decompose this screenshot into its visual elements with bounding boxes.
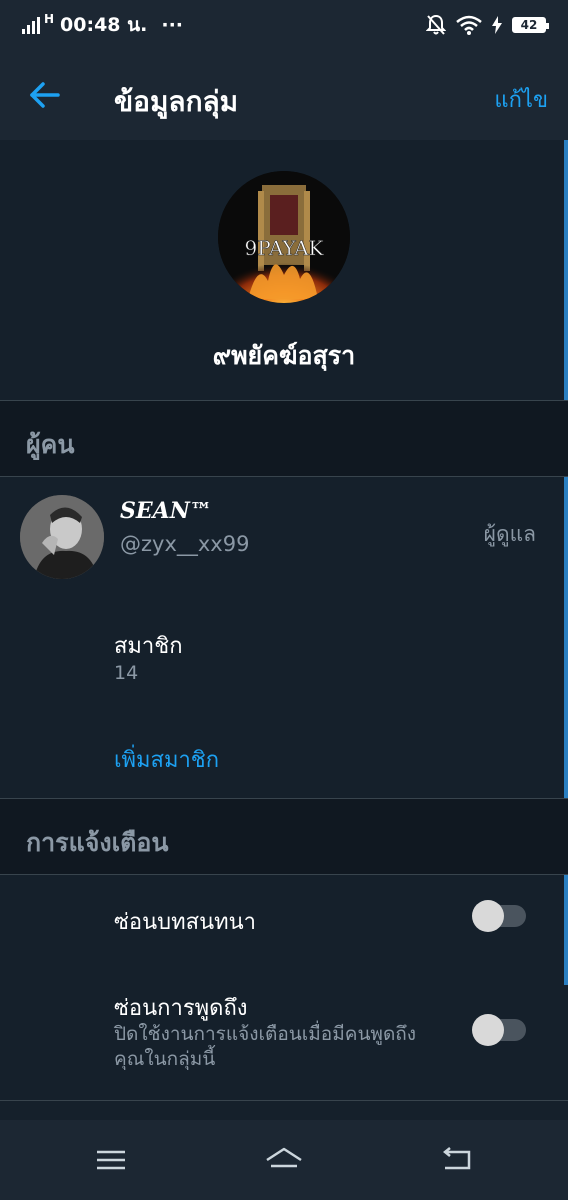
divider — [0, 476, 568, 477]
member-avatar[interactable] — [20, 495, 104, 579]
bell-muted-icon — [426, 14, 446, 35]
wifi-icon — [456, 15, 482, 35]
edit-button[interactable]: แก้ไข — [494, 82, 548, 117]
member-avatar-image — [20, 495, 104, 579]
page-title: ข้อมูลกลุ่ม — [114, 85, 239, 118]
status-bar: H 00:48 น. ··· 42 — [0, 0, 568, 50]
hide-conversation-toggle[interactable] — [472, 900, 526, 932]
battery-icon: 42 — [512, 17, 549, 33]
member-name[interactable]: SEAN™ — [120, 498, 212, 524]
menu-icon[interactable] — [91, 1144, 131, 1176]
member-role-badge: ผู้ดูแล — [483, 522, 536, 546]
toggle-knob — [472, 900, 504, 932]
group-name: ๙พยัคฆ์อสุรา — [212, 341, 356, 370]
divider — [0, 874, 568, 875]
divider — [0, 1100, 568, 1101]
status-right: 42 — [426, 14, 549, 36]
battery-level: 42 — [520, 18, 538, 32]
members-label[interactable]: สมาชิก — [114, 628, 183, 663]
members-count: 14 — [114, 662, 139, 684]
hide-mentions-toggle[interactable] — [472, 1014, 526, 1046]
back-icon[interactable] — [437, 1144, 477, 1176]
status-more-icon: ··· — [161, 14, 184, 36]
network-type: H — [44, 12, 55, 26]
charging-icon — [492, 16, 502, 34]
back-arrow-icon[interactable] — [28, 78, 62, 112]
notifications-section-title: การแจ้งเตือน — [26, 828, 169, 857]
status-time: 00:48 น. — [60, 14, 148, 36]
status-left: H 00:48 น. ··· — [22, 10, 183, 40]
add-member-button[interactable]: เพิ่มสมาชิก — [114, 742, 219, 777]
app-bar: ข้อมูลกลุ่ม แก้ไข — [0, 50, 568, 140]
group-avatar[interactable]: 9PAYAK — [218, 171, 350, 303]
hide-mentions-label: ซ่อนการพูดถึง — [114, 996, 248, 1021]
group-avatar-text: 9PAYAK — [244, 236, 324, 260]
people-section-title: ผู้คน — [26, 430, 75, 459]
hide-mentions-description: ปิดใช้งานการแจ้งเตือนเมื่อมีคนพูดถึงคุณใ… — [114, 1023, 417, 1070]
group-avatar-image: 9PAYAK — [218, 171, 350, 303]
home-icon[interactable] — [264, 1144, 304, 1176]
toggle-knob — [472, 1014, 504, 1046]
system-nav-bar — [0, 1120, 568, 1200]
signal-icon — [22, 16, 40, 34]
member-handle: @zyx__xx99 — [120, 532, 250, 556]
people-section-header: ผู้คน — [0, 401, 568, 476]
hide-conversation-label: ซ่อนบทสนทนา — [114, 910, 257, 935]
notifications-section-header: การแจ้งเตือน — [0, 799, 568, 874]
